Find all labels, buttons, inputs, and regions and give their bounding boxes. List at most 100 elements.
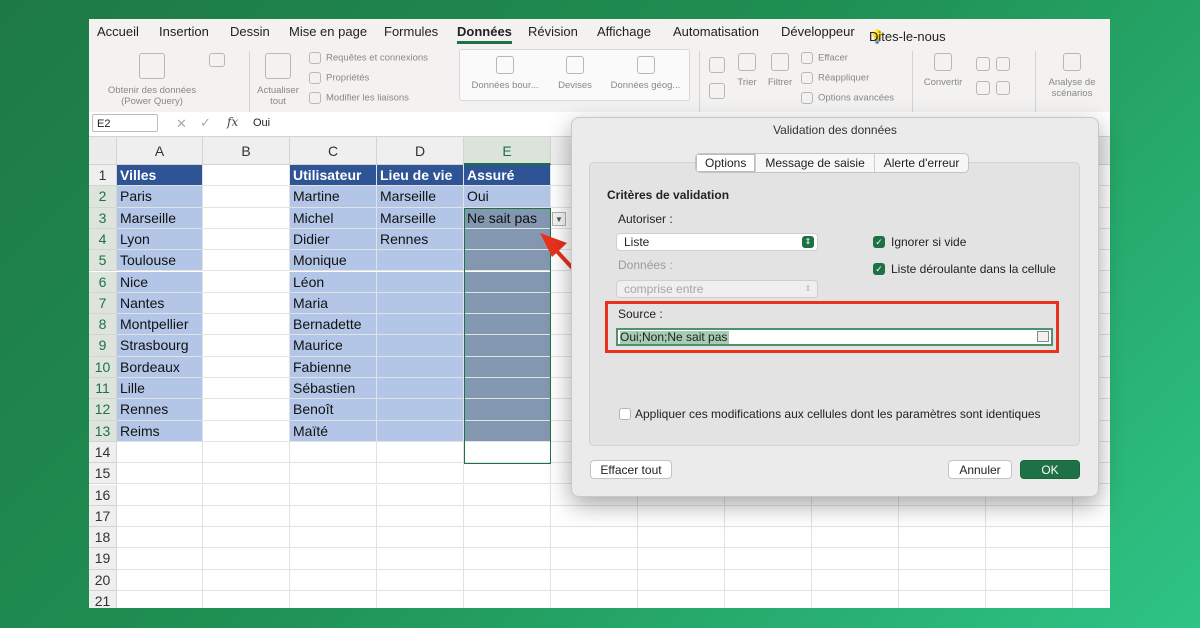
table-cell[interactable]: Montpellier [117, 314, 203, 336]
table-cell[interactable] [812, 527, 899, 549]
in-cell-dropdown-checkbox[interactable]: ✓ [873, 263, 885, 275]
table-cell[interactable] [812, 591, 899, 608]
table-cell[interactable] [377, 484, 464, 506]
allow-select[interactable]: Liste ⇕ [616, 233, 818, 251]
queries-button[interactable]: Requêtes et connexions [309, 52, 428, 64]
table-cell[interactable] [986, 548, 1073, 570]
row-header[interactable]: 17 [89, 505, 117, 528]
table-cell[interactable] [986, 527, 1073, 549]
table-cell[interactable] [117, 569, 203, 591]
table-cell[interactable] [203, 505, 290, 528]
table-cell[interactable] [464, 399, 551, 421]
tab-revision[interactable]: Révision [528, 24, 578, 39]
tab-automatisation[interactable]: Automatisation [673, 24, 759, 39]
table-cell[interactable]: Ne sait pas [464, 207, 551, 229]
table-cell[interactable]: Michel [290, 207, 377, 229]
table-cell[interactable]: Martine [290, 186, 377, 208]
tab-insertion[interactable]: Insertion [159, 24, 209, 39]
row-header[interactable]: 20 [89, 569, 117, 591]
table-cell[interactable]: Assuré [464, 165, 551, 187]
table-cell[interactable] [551, 569, 638, 591]
convert-button[interactable]: Convertir [921, 53, 965, 88]
table-cell[interactable] [725, 548, 812, 570]
table-cell[interactable]: Reims [117, 420, 203, 442]
sort-button[interactable]: Trier [732, 53, 762, 88]
table-cell[interactable]: Oui [464, 186, 551, 208]
table-cell[interactable]: Nantes [117, 292, 203, 315]
table-cell[interactable] [290, 548, 377, 570]
table-cell[interactable] [551, 591, 638, 608]
table-cell[interactable] [377, 292, 464, 315]
table-cell[interactable] [464, 250, 551, 272]
row-header[interactable]: 14 [89, 441, 117, 464]
tab-error-alert[interactable]: Alerte d'erreur [875, 154, 969, 172]
table-cell[interactable] [464, 356, 551, 378]
table-cell[interactable] [551, 527, 638, 549]
row-header[interactable]: 11 [89, 378, 117, 400]
table-cell[interactable]: Marseille [117, 207, 203, 229]
apply-all-checkbox[interactable] [619, 408, 631, 420]
table-cell[interactable]: Utilisateur [290, 165, 377, 187]
table-cell[interactable] [290, 484, 377, 506]
table-cell[interactable]: Paris [117, 186, 203, 208]
name-box[interactable]: E2 [92, 114, 158, 132]
table-cell[interactable]: Benoît [290, 399, 377, 421]
row-header[interactable]: 3 [89, 207, 117, 229]
table-cell[interactable] [203, 186, 290, 208]
existing-connections-icon[interactable] [209, 53, 225, 67]
tab-affichage[interactable]: Affichage [597, 24, 651, 39]
table-cell[interactable]: Strasbourg [117, 335, 203, 357]
table-cell[interactable] [1073, 527, 1110, 549]
table-cell[interactable] [377, 271, 464, 293]
table-cell[interactable] [203, 335, 290, 357]
table-cell[interactable] [203, 399, 290, 421]
relationships-icon[interactable] [996, 81, 1010, 95]
table-cell[interactable] [117, 463, 203, 485]
table-cell[interactable] [638, 505, 725, 528]
table-cell[interactable] [464, 463, 551, 485]
table-cell[interactable] [725, 505, 812, 528]
advanced-filter-button[interactable]: Options avancées [801, 92, 894, 104]
tab-developpeur[interactable]: Développeur [781, 24, 855, 39]
column-header[interactable]: E [464, 137, 551, 165]
table-cell[interactable] [464, 420, 551, 442]
table-cell[interactable] [464, 228, 551, 251]
table-cell[interactable] [1073, 570, 1110, 591]
table-cell[interactable]: Maïté [290, 420, 377, 442]
table-cell[interactable] [464, 569, 551, 591]
row-header[interactable]: 1 [89, 165, 117, 187]
edit-links-button[interactable]: Modifier les liaisons [309, 92, 409, 104]
table-cell[interactable]: Rennes [117, 399, 203, 421]
table-cell[interactable] [290, 463, 377, 485]
tab-mise-en-page[interactable]: Mise en page [289, 24, 367, 39]
ignore-blank-checkbox[interactable]: ✓ [873, 236, 885, 248]
table-cell[interactable]: Lieu de vie [377, 165, 464, 187]
row-header[interactable]: 21 [89, 591, 117, 608]
table-cell[interactable] [290, 505, 377, 528]
table-cell[interactable] [464, 292, 551, 315]
table-cell[interactable] [464, 505, 551, 528]
table-cell[interactable] [203, 292, 290, 315]
row-header[interactable]: 13 [89, 420, 117, 442]
table-cell[interactable] [725, 591, 812, 608]
table-cell[interactable] [986, 569, 1073, 591]
currencies-button[interactable]: Devises [545, 56, 605, 91]
table-cell[interactable] [464, 378, 551, 400]
column-header[interactable]: D [377, 137, 464, 165]
source-input[interactable]: Oui;Non;Ne sait pas [616, 328, 1053, 346]
table-cell[interactable] [1073, 548, 1110, 570]
ok-button[interactable]: OK [1020, 460, 1080, 479]
row-header[interactable]: 7 [89, 292, 117, 315]
table-cell[interactable]: Villes [117, 165, 203, 187]
table-cell[interactable] [812, 548, 899, 570]
tab-accueil[interactable]: Accueil [97, 24, 139, 39]
table-cell[interactable] [638, 591, 725, 608]
table-cell[interactable] [377, 569, 464, 591]
table-cell[interactable] [203, 250, 290, 272]
table-cell[interactable] [899, 505, 986, 528]
table-cell[interactable] [377, 250, 464, 272]
table-cell[interactable]: Sébastien [290, 378, 377, 400]
table-cell[interactable] [377, 356, 464, 378]
table-cell[interactable] [725, 569, 812, 591]
get-data-button[interactable]: Obtenir des données (Power Query) [97, 53, 207, 107]
